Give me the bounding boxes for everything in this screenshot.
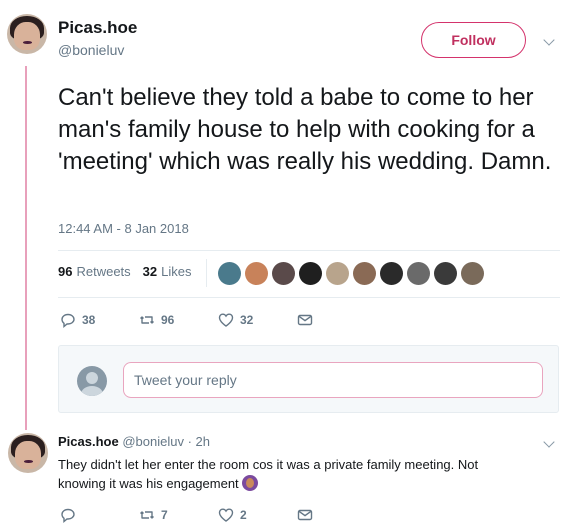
likes-stat[interactable]: 32 Likes [143,264,192,279]
divider [58,297,560,298]
retweet-count: 96 [161,313,175,327]
liker-avatar[interactable] [461,262,484,285]
reply-display-name[interactable]: Picas.hoe [58,434,119,449]
reply-icon [61,508,75,523]
retweet-button[interactable]: 96 [139,312,218,328]
reply-meta[interactable]: @bonieluv · 2h [122,434,210,449]
message-icon [297,509,313,521]
reply-input[interactable]: Tweet your reply [123,362,543,398]
liker-avatar[interactable] [407,262,430,285]
user-icon [77,366,107,396]
divider [58,250,560,251]
reply-icon [61,313,75,328]
tweet-actions: 38 96 32 [60,312,376,328]
reply-text-content: They didn't let her enter the room cos i… [58,457,479,491]
liker-avatar[interactable] [353,262,376,285]
reply-header: Picas.hoe @bonieluv · 2h [58,434,210,449]
reply-retweet-count: 7 [161,508,168,522]
liker-avatar[interactable] [434,262,457,285]
tweet-text: Can't believe they told a babe to come t… [58,84,552,175]
reply-button[interactable]: 38 [60,312,139,328]
reply-text: They didn't let her enter the room cos i… [58,455,528,493]
reply-reply-button[interactable] [60,507,139,523]
retweet-icon [140,511,154,519]
retweets-stat[interactable]: 96 Retweets [58,264,131,279]
liker-avatar[interactable] [326,262,349,285]
tweet-timestamp[interactable]: 12:44 AM - 8 Jan 2018 [58,221,189,236]
reply-actions: 7 2 [60,507,376,523]
person-emoji-icon [241,475,258,491]
heart-icon [218,313,234,327]
like-count: 32 [240,313,254,327]
reply-composer: Tweet your reply [58,345,559,413]
heart-icon [218,508,234,522]
thread-line [25,66,27,430]
reply-like-count: 2 [240,508,247,522]
liker-avatar[interactable] [218,262,241,285]
like-button[interactable]: 32 [218,312,297,328]
reply-like-button[interactable]: 2 [218,507,297,523]
reply-count: 38 [82,313,96,327]
follow-button[interactable]: Follow [421,22,526,58]
chevron-down-icon[interactable] [543,34,555,46]
reply-avatar[interactable] [8,433,48,473]
liker-avatars [218,262,484,285]
retweet-icon [140,316,154,324]
liker-avatar[interactable] [380,262,403,285]
liker-avatar[interactable] [245,262,268,285]
liker-avatar[interactable] [299,262,322,285]
reply-retweet-button[interactable]: 7 [139,507,218,523]
message-icon [297,314,313,326]
user-handle[interactable]: @bonieluv [58,42,124,58]
direct-message-button[interactable] [297,312,376,328]
tweet-stats: 96 Retweets 32 Likes [58,264,192,279]
liker-avatar[interactable] [272,262,295,285]
chevron-down-icon[interactable] [543,436,555,448]
reply-message-button[interactable] [297,507,376,523]
display-name[interactable]: Picas.hoe [58,18,137,38]
avatar[interactable] [7,14,47,54]
stats-separator [206,259,207,287]
